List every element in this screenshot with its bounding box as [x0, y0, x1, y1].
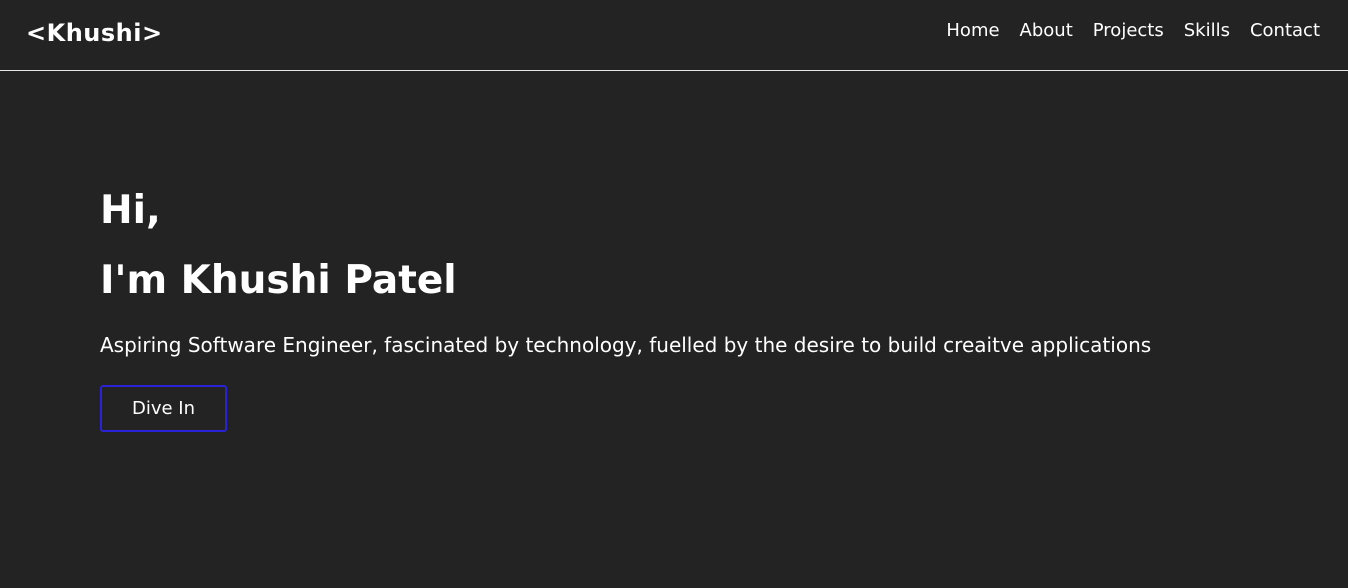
nav-link-home[interactable]: Home: [946, 20, 999, 41]
hero-section: Hi, I'm Khushi Patel Aspiring Software E…: [100, 188, 1260, 432]
hero-tagline: Aspiring Software Engineer, fascinated b…: [100, 333, 1152, 357]
nav-item-contact: Contact: [1250, 20, 1320, 41]
hero-name: I'm Khushi Patel: [100, 258, 457, 303]
site-logo[interactable]: <Khushi>: [26, 19, 163, 47]
nav-item-skills: Skills: [1184, 20, 1230, 41]
nav-link-contact[interactable]: Contact: [1250, 20, 1320, 41]
nav-links: Home About Projects Skills Contact: [946, 20, 1320, 41]
navbar: <Khushi> Home About Projects Skills Cont…: [0, 0, 1348, 71]
nav-link-about[interactable]: About: [1020, 20, 1073, 41]
nav-link-projects[interactable]: Projects: [1093, 20, 1164, 41]
nav-link-skills[interactable]: Skills: [1184, 20, 1230, 41]
nav-item-home: Home: [946, 20, 999, 41]
hero-greeting: Hi,: [100, 188, 161, 233]
dive-in-button[interactable]: Dive In: [100, 385, 227, 432]
nav-item-projects: Projects: [1093, 20, 1164, 41]
nav-item-about: About: [1020, 20, 1073, 41]
